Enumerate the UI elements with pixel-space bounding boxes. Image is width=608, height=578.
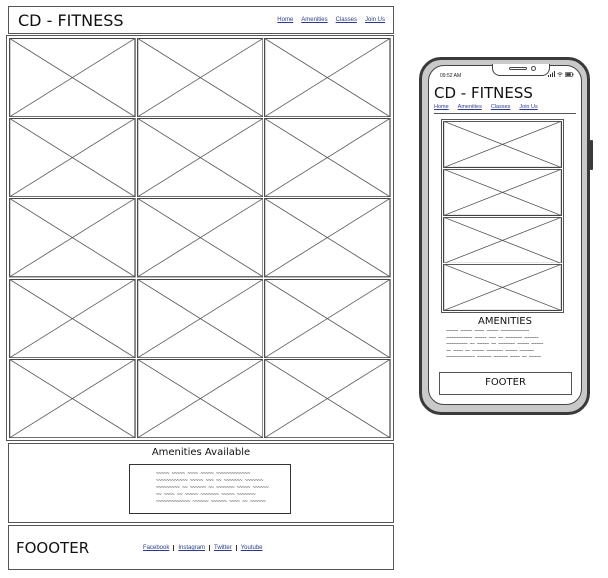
desktop-image-placeholder <box>9 359 136 438</box>
image-placeholder-icon <box>264 359 391 438</box>
mobile-image-placeholder <box>443 169 562 216</box>
desktop-image-gallery <box>6 35 394 441</box>
image-placeholder-icon <box>137 118 264 197</box>
mobile-amenities-placeholder-text: ~~~~~ ~~~~~ ~~~~ ~~~~~ ~~~~~~~~~~~~ ~~~~… <box>446 329 543 360</box>
mobile-amenities-heading: AMENITIES <box>478 316 532 327</box>
footer-link-youtube[interactable]: Youtube <box>237 545 267 551</box>
desktop-image-placeholder <box>137 279 264 358</box>
image-placeholder-icon <box>443 217 562 264</box>
desktop-social-links: Facebook Instagram Twitter Youtube <box>143 545 267 551</box>
mobile-header-divider <box>434 113 576 114</box>
desktop-nav-join-us[interactable]: Join Us <box>365 17 385 23</box>
desktop-footer-label: FOOOTER <box>16 539 90 557</box>
image-placeholder-icon <box>264 198 391 277</box>
desktop-header: CD - FITNESS Home Amenities Classes Join… <box>8 6 394 34</box>
image-placeholder-icon <box>137 198 264 277</box>
mobile-status-time: 09:52 AM <box>440 73 462 79</box>
phone-speaker <box>509 67 527 70</box>
mobile-nav-home[interactable]: Home <box>434 104 449 110</box>
image-placeholder-icon <box>9 38 136 117</box>
image-placeholder-icon <box>9 198 136 277</box>
mobile-status-icons <box>548 71 574 77</box>
desktop-nav-classes[interactable]: Classes <box>336 17 357 23</box>
desktop-amenities-section: Amenities Available ~~~~~ ~~~~~ ~~~~ ~~~… <box>8 443 394 523</box>
phone-side-button <box>590 140 593 170</box>
image-placeholder-icon <box>264 118 391 197</box>
battery-icon <box>565 71 574 77</box>
desktop-image-placeholder <box>9 38 136 117</box>
footer-link-twitter[interactable]: Twitter <box>210 545 237 551</box>
image-placeholder-icon <box>137 38 264 117</box>
desktop-image-placeholder <box>9 279 136 358</box>
desktop-nav-home[interactable]: Home <box>277 17 293 23</box>
desktop-amenities-text-box: ~~~~~ ~~~~~ ~~~~ ~~~~~ ~~~~~~~~~~~~~ ~~~… <box>129 464 291 514</box>
desktop-image-placeholder <box>137 198 264 277</box>
mobile-nav: Home Amenities Classes Join Us <box>434 104 538 110</box>
mobile-nav-classes[interactable]: Classes <box>491 104 511 110</box>
mobile-brand: CD - FITNESS <box>434 84 533 102</box>
signal-icon <box>548 71 555 77</box>
desktop-amenities-placeholder-text: ~~~~~ ~~~~~ ~~~~ ~~~~~ ~~~~~~~~~~~~~ ~~~… <box>156 471 269 505</box>
desktop-image-placeholder <box>137 38 264 117</box>
mobile-footer: FOOTER <box>439 372 572 395</box>
desktop-footer: FOOOTER Facebook Instagram Twitter Youtu… <box>8 525 394 570</box>
mobile-nav-join-us[interactable]: Join Us <box>519 104 537 110</box>
desktop-nav-amenities[interactable]: Amenities <box>301 17 327 23</box>
image-placeholder-icon <box>137 359 264 438</box>
mobile-image-placeholder <box>443 264 562 311</box>
wifi-icon <box>557 71 563 77</box>
phone-notch <box>492 64 550 76</box>
image-placeholder-icon <box>443 169 562 216</box>
desktop-image-placeholder <box>137 118 264 197</box>
mobile-image-placeholder <box>443 121 562 168</box>
image-placeholder-icon <box>9 279 136 358</box>
desktop-image-placeholder <box>264 118 391 197</box>
desktop-image-placeholder <box>264 359 391 438</box>
image-placeholder-icon <box>9 118 136 197</box>
desktop-image-placeholder <box>264 198 391 277</box>
image-placeholder-icon <box>443 264 562 311</box>
image-placeholder-icon <box>443 121 562 168</box>
mobile-footer-label: FOOTER <box>485 377 526 388</box>
footer-link-facebook[interactable]: Facebook <box>143 545 175 551</box>
desktop-image-placeholder <box>9 118 136 197</box>
mobile-nav-amenities[interactable]: Amenities <box>458 104 482 110</box>
desktop-image-placeholder <box>137 359 264 438</box>
image-placeholder-icon <box>137 279 264 358</box>
image-placeholder-icon <box>264 279 391 358</box>
desktop-image-placeholder <box>264 38 391 117</box>
image-placeholder-icon <box>264 38 391 117</box>
desktop-image-placeholder <box>9 198 136 277</box>
desktop-brand: CD - FITNESS <box>18 11 124 30</box>
mobile-image-placeholder <box>443 217 562 264</box>
desktop-nav: Home Amenities Classes Join Us <box>277 17 385 23</box>
mobile-image-gallery <box>441 119 564 313</box>
footer-link-instagram[interactable]: Instagram <box>174 545 211 551</box>
image-placeholder-icon <box>9 359 136 438</box>
phone-camera <box>531 66 536 71</box>
desktop-amenities-heading: Amenities Available <box>151 447 251 458</box>
desktop-image-placeholder <box>264 279 391 358</box>
